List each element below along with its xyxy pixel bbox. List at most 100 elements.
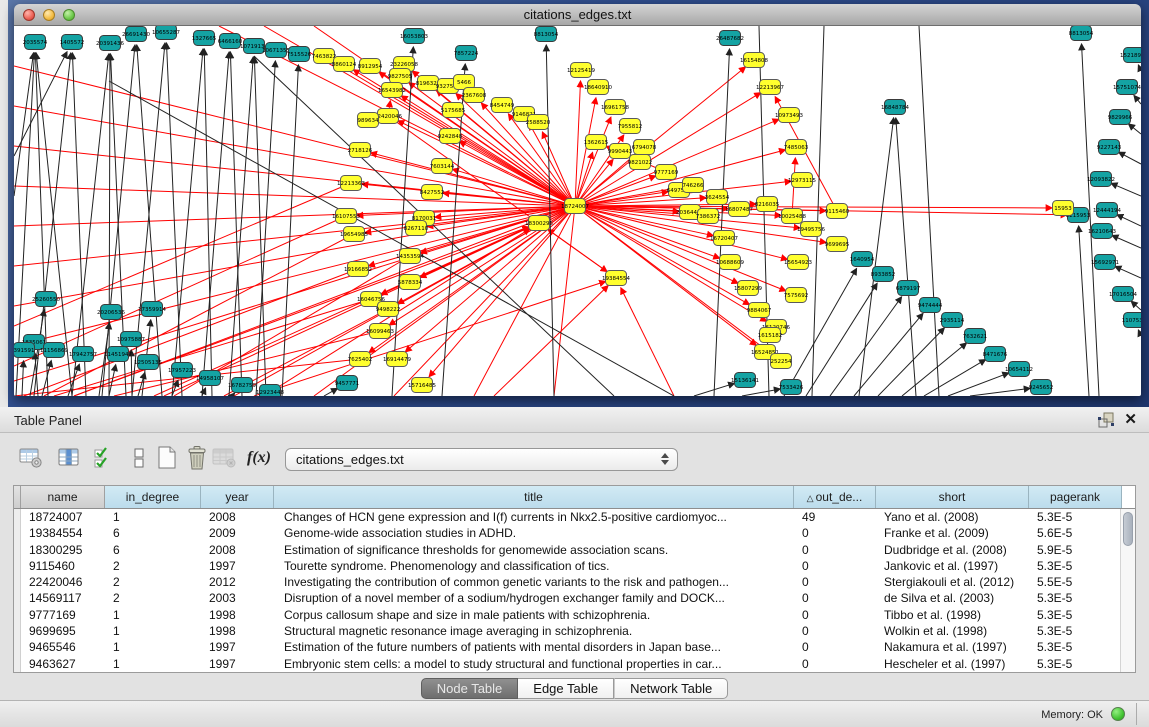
row-management-button[interactable] (124, 444, 154, 472)
vertical-scrollbar[interactable] (1120, 509, 1135, 672)
table-row[interactable]: 911546021997Tourette syndrome. Phenomeno… (14, 558, 1120, 574)
citation-edge-black[interactable] (230, 52, 242, 396)
graph-node[interactable]: 8267110 (404, 221, 429, 236)
graph-node[interactable]: 16053803 (400, 29, 428, 44)
graph-node[interactable]: 10975887 (117, 332, 145, 347)
citation-edge-black[interactable] (72, 54, 109, 396)
citation-edge-black[interactable] (1079, 226, 1089, 396)
citation-edge-black[interactable] (970, 388, 1030, 396)
table-selector-combobox[interactable]: citations_edges.txt (285, 448, 678, 471)
table-row[interactable]: 1872400712008Changes of HCN gene express… (14, 509, 1120, 525)
graph-node[interactable]: 1640954 (850, 252, 875, 267)
table-row[interactable]: 2242004622012Investigating the contribut… (14, 574, 1120, 590)
graph-node[interactable]: 1107533 (1122, 313, 1141, 328)
graph-node[interactable]: 8912954 (358, 59, 383, 74)
graph-node[interactable]: 15654923 (784, 255, 812, 270)
graph-node[interactable]: 17957223 (168, 363, 196, 378)
graph-node[interactable]: 16099463 (366, 324, 394, 339)
graph-node[interactable]: 3624554 (705, 190, 730, 205)
graph-node[interactable]: 2588520 (526, 115, 551, 130)
citation-edge-black[interactable] (924, 360, 986, 396)
table-row[interactable]: 946554611997Estimation of the future num… (14, 639, 1120, 655)
graph-node[interactable]: 10655287 (152, 26, 180, 40)
citation-edge-black[interactable] (1138, 65, 1141, 71)
graph-node[interactable]: 7632621 (963, 329, 988, 344)
graph-node[interactable]: 12923448 (256, 385, 284, 397)
graph-node[interactable]: 15218986 (1120, 48, 1141, 63)
graph-node[interactable]: 15716485 (408, 378, 436, 393)
graph-node[interactable]: 15136141 (731, 373, 759, 388)
graph-node[interactable]: 9990443 (608, 144, 633, 159)
graph-node[interactable]: 25260550 (32, 292, 60, 307)
graph-node[interactable]: 8933852 (871, 267, 896, 282)
graph-node[interactable]: 19166852 (344, 262, 372, 277)
graph-node[interactable]: 18300295 (525, 216, 553, 231)
citation-edge-red[interactable] (575, 81, 581, 206)
graph-node[interactable]: 9827505 (388, 69, 413, 84)
citation-edge-black[interactable] (919, 26, 939, 396)
graph-node[interactable]: 17359914 (138, 302, 166, 317)
citation-edge-black[interactable] (1112, 235, 1141, 248)
citation-edge-black[interactable] (282, 65, 298, 396)
citation-edge-black[interactable] (324, 388, 337, 396)
select-mode-button[interactable] (90, 444, 120, 472)
graph-node[interactable]: 1327665 (192, 31, 217, 46)
graph-node[interactable]: 1405572 (60, 35, 85, 50)
graph-node[interactable]: 6794078 (632, 140, 657, 155)
citation-edge-black[interactable] (1131, 301, 1141, 310)
graph-node[interactable]: 9242848 (438, 129, 463, 144)
create-table-button[interactable] (152, 444, 182, 472)
graph-node[interactable]: 1362615 (584, 135, 609, 150)
graph-node[interactable]: 8860124 (332, 57, 357, 72)
citation-edge-black[interactable] (14, 52, 67, 156)
graph-node[interactable]: 9829966 (1108, 110, 1133, 125)
graph-node[interactable]: 8454749 (490, 98, 515, 113)
graph-node[interactable]: 10688609 (716, 255, 744, 270)
memory-status-icon[interactable] (1111, 707, 1125, 721)
graph-node[interactable]: 989634 (358, 113, 379, 128)
citation-edge-black[interactable] (902, 343, 967, 396)
graph-node[interactable]: 2718126 (348, 143, 373, 158)
graph-node[interactable]: 19495756 (797, 222, 825, 237)
graph-node[interactable]: 1615182 (758, 328, 783, 343)
table-panel-titlebar[interactable]: Table Panel ✕ (0, 407, 1149, 433)
graph-node[interactable]: 7603144 (430, 159, 455, 174)
graph-node[interactable]: 8813054 (534, 27, 559, 42)
graph-node[interactable]: 7575692 (784, 288, 809, 303)
graph-node[interactable]: 391591 (14, 343, 35, 358)
graph-node[interactable]: 16961758 (601, 100, 629, 115)
graph-node[interactable]: 19384554 (602, 271, 630, 286)
graph-node[interactable]: 26691430 (122, 27, 150, 42)
graph-node[interactable]: 16543982 (378, 83, 406, 98)
graph-node[interactable]: 5878334 (398, 275, 423, 290)
graph-node[interactable]: 26487682 (716, 31, 744, 46)
graph-node[interactable]: 16782759 (228, 378, 256, 393)
column-header-out_de[interactable]: △out_de... (794, 486, 876, 508)
tab-network-table[interactable]: Network Table (614, 678, 728, 699)
table-row[interactable]: 1830029562008Estimation of significance … (14, 542, 1120, 558)
network-canvas[interactable]: 1872400720355741405572203914362669143010… (14, 26, 1141, 396)
graph-node[interactable]: 9474444 (918, 298, 943, 313)
close-panel-icon[interactable]: ✕ (1124, 410, 1137, 428)
graph-node[interactable]: 6466160 (218, 34, 243, 49)
graph-node[interactable]: 9245652 (1029, 380, 1054, 395)
graph-node[interactable]: 9498222 (376, 302, 401, 317)
citation-edge-black[interactable] (1111, 183, 1141, 196)
citation-edge-black[interactable] (166, 43, 182, 396)
citation-edge-black[interactable] (1119, 152, 1141, 164)
graph-node[interactable]: 7515526 (287, 47, 312, 62)
graph-node[interactable]: 20391436 (96, 36, 124, 51)
delete-table-button[interactable] (182, 444, 212, 472)
citation-edge-black[interactable] (109, 54, 110, 396)
graph-node[interactable]: 15953 (1053, 201, 1074, 216)
citation-edge-red[interactable] (14, 206, 575, 226)
citation-edge-red[interactable] (575, 98, 596, 206)
graph-node[interactable]: 15807299 (734, 281, 762, 296)
graph-node[interactable]: 10973493 (775, 108, 803, 123)
graph-node[interactable]: 18640910 (584, 80, 612, 95)
citation-edge-red[interactable] (621, 288, 674, 396)
graph-node[interactable]: 18724007 (561, 199, 589, 214)
citation-edge-black[interactable] (254, 56, 614, 396)
citation-edge-red[interactable] (494, 286, 608, 396)
graph-node[interactable]: 16848784 (881, 100, 909, 115)
